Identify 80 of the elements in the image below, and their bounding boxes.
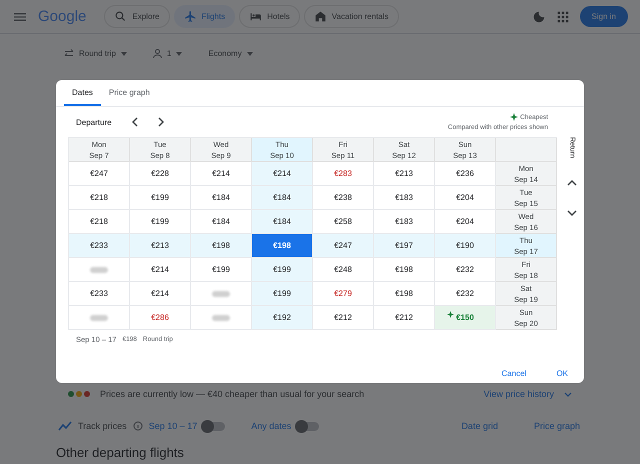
price-cell[interactable] <box>191 282 252 306</box>
price-cell[interactable]: €247 <box>69 162 130 186</box>
swap-arrows-icon <box>64 49 74 58</box>
any-dates-label: Any dates <box>251 421 292 431</box>
price-cell[interactable]: €184 <box>191 210 252 234</box>
track-dates-label: Sep 10 – 17 <box>148 421 198 431</box>
person-icon <box>152 49 162 58</box>
price-cell[interactable]: €248 <box>313 258 374 282</box>
price-cell[interactable]: €190 <box>435 234 496 258</box>
track-dates-toggle[interactable] <box>203 422 226 430</box>
price-cell[interactable]: €238 <box>313 186 374 210</box>
price-cell[interactable]: €183 <box>374 210 435 234</box>
price-cell[interactable]: €233 <box>69 282 130 306</box>
price-cell[interactable]: €232 <box>435 282 496 306</box>
house-icon <box>314 10 327 23</box>
next-icon[interactable] <box>156 117 166 127</box>
price-cell[interactable]: €218 <box>69 210 130 234</box>
price-cell[interactable]: €199 <box>252 258 313 282</box>
price-cell[interactable]: €199 <box>252 282 313 306</box>
caret-icon <box>176 52 182 56</box>
price-cell[interactable]: €198 <box>374 282 435 306</box>
price-cell[interactable]: €218 <box>69 186 130 210</box>
price-cell[interactable]: €212 <box>374 306 435 330</box>
price-cell[interactable]: €283 <box>313 162 374 186</box>
price-cell[interactable]: €214 <box>130 258 191 282</box>
price-cell[interactable]: €279 <box>313 282 374 306</box>
dialog-tab[interactable]: Price graph <box>100 80 158 106</box>
price-cell[interactable]: €236 <box>435 162 496 186</box>
price-cell[interactable]: €198 <box>191 234 252 258</box>
price-cell[interactable]: €213 <box>374 162 435 186</box>
caret-icon <box>120 52 127 56</box>
price-cell[interactable]: €199 <box>130 186 191 210</box>
price-cell[interactable]: €199 <box>191 258 252 282</box>
down-icon[interactable] <box>567 208 577 218</box>
price-level-icon <box>68 391 90 397</box>
price-insight-text: Prices are currently low — €40 cheaper than usual for your search <box>100 389 364 399</box>
price-cell[interactable]: €214 <box>191 162 252 186</box>
price-cell[interactable]: €184 <box>191 186 252 210</box>
track-prices-label: Track prices <box>78 421 127 431</box>
price-cell[interactable] <box>191 306 252 330</box>
price-cell[interactable]: €212 <box>313 306 374 330</box>
price-cell[interactable] <box>69 258 130 282</box>
price-cell[interactable]: €204 <box>435 186 496 210</box>
dialog-tab[interactable]: Dates <box>64 80 101 106</box>
price-cell[interactable]: €184 <box>252 186 313 210</box>
price-cell[interactable]: €247 <box>313 234 374 258</box>
price-cell[interactable]: €198 <box>374 258 435 282</box>
info-icon[interactable] <box>132 421 143 431</box>
price-cell[interactable]: €228 <box>130 162 191 186</box>
ok-button[interactable]: OK <box>556 369 568 378</box>
sparkle-icon <box>447 311 454 318</box>
price-cell[interactable]: €213 <box>130 234 191 258</box>
cancel-button[interactable]: Cancel <box>502 369 526 378</box>
magnifier-icon <box>114 10 128 23</box>
price-cell[interactable]: €233 <box>69 234 130 258</box>
apps-icon[interactable] <box>556 10 570 24</box>
price-cell[interactable]: €192 <box>252 306 313 330</box>
previous-icon[interactable] <box>130 117 140 127</box>
price-cell[interactable]: €286 <box>130 306 191 330</box>
moon-icon[interactable] <box>532 10 546 24</box>
departure-label: Departure <box>76 118 112 126</box>
price-cell[interactable]: €214 <box>252 162 313 186</box>
sparkle-icon <box>510 113 518 121</box>
price-cell[interactable] <box>69 306 130 330</box>
price-cell[interactable]: €197 <box>374 234 435 258</box>
trend-icon <box>58 421 72 431</box>
price-cell[interactable]: €184 <box>252 210 313 234</box>
price-cell[interactable]: €150 <box>435 306 496 330</box>
price-cell[interactable]: €258 <box>313 210 374 234</box>
price-cell[interactable]: €214 <box>130 282 191 306</box>
price-cell[interactable]: €198 <box>252 234 313 258</box>
plane-icon <box>184 10 196 23</box>
price-cell[interactable]: €183 <box>374 186 435 210</box>
caret-icon <box>246 52 253 56</box>
any-dates-toggle[interactable] <box>297 422 320 430</box>
price-cell[interactable]: €199 <box>130 210 191 234</box>
price-cell[interactable]: €232 <box>435 258 496 282</box>
price-cell[interactable]: €204 <box>435 210 496 234</box>
section-title: Other departing flights <box>56 445 185 460</box>
chevron-down-icon[interactable] <box>564 392 572 396</box>
